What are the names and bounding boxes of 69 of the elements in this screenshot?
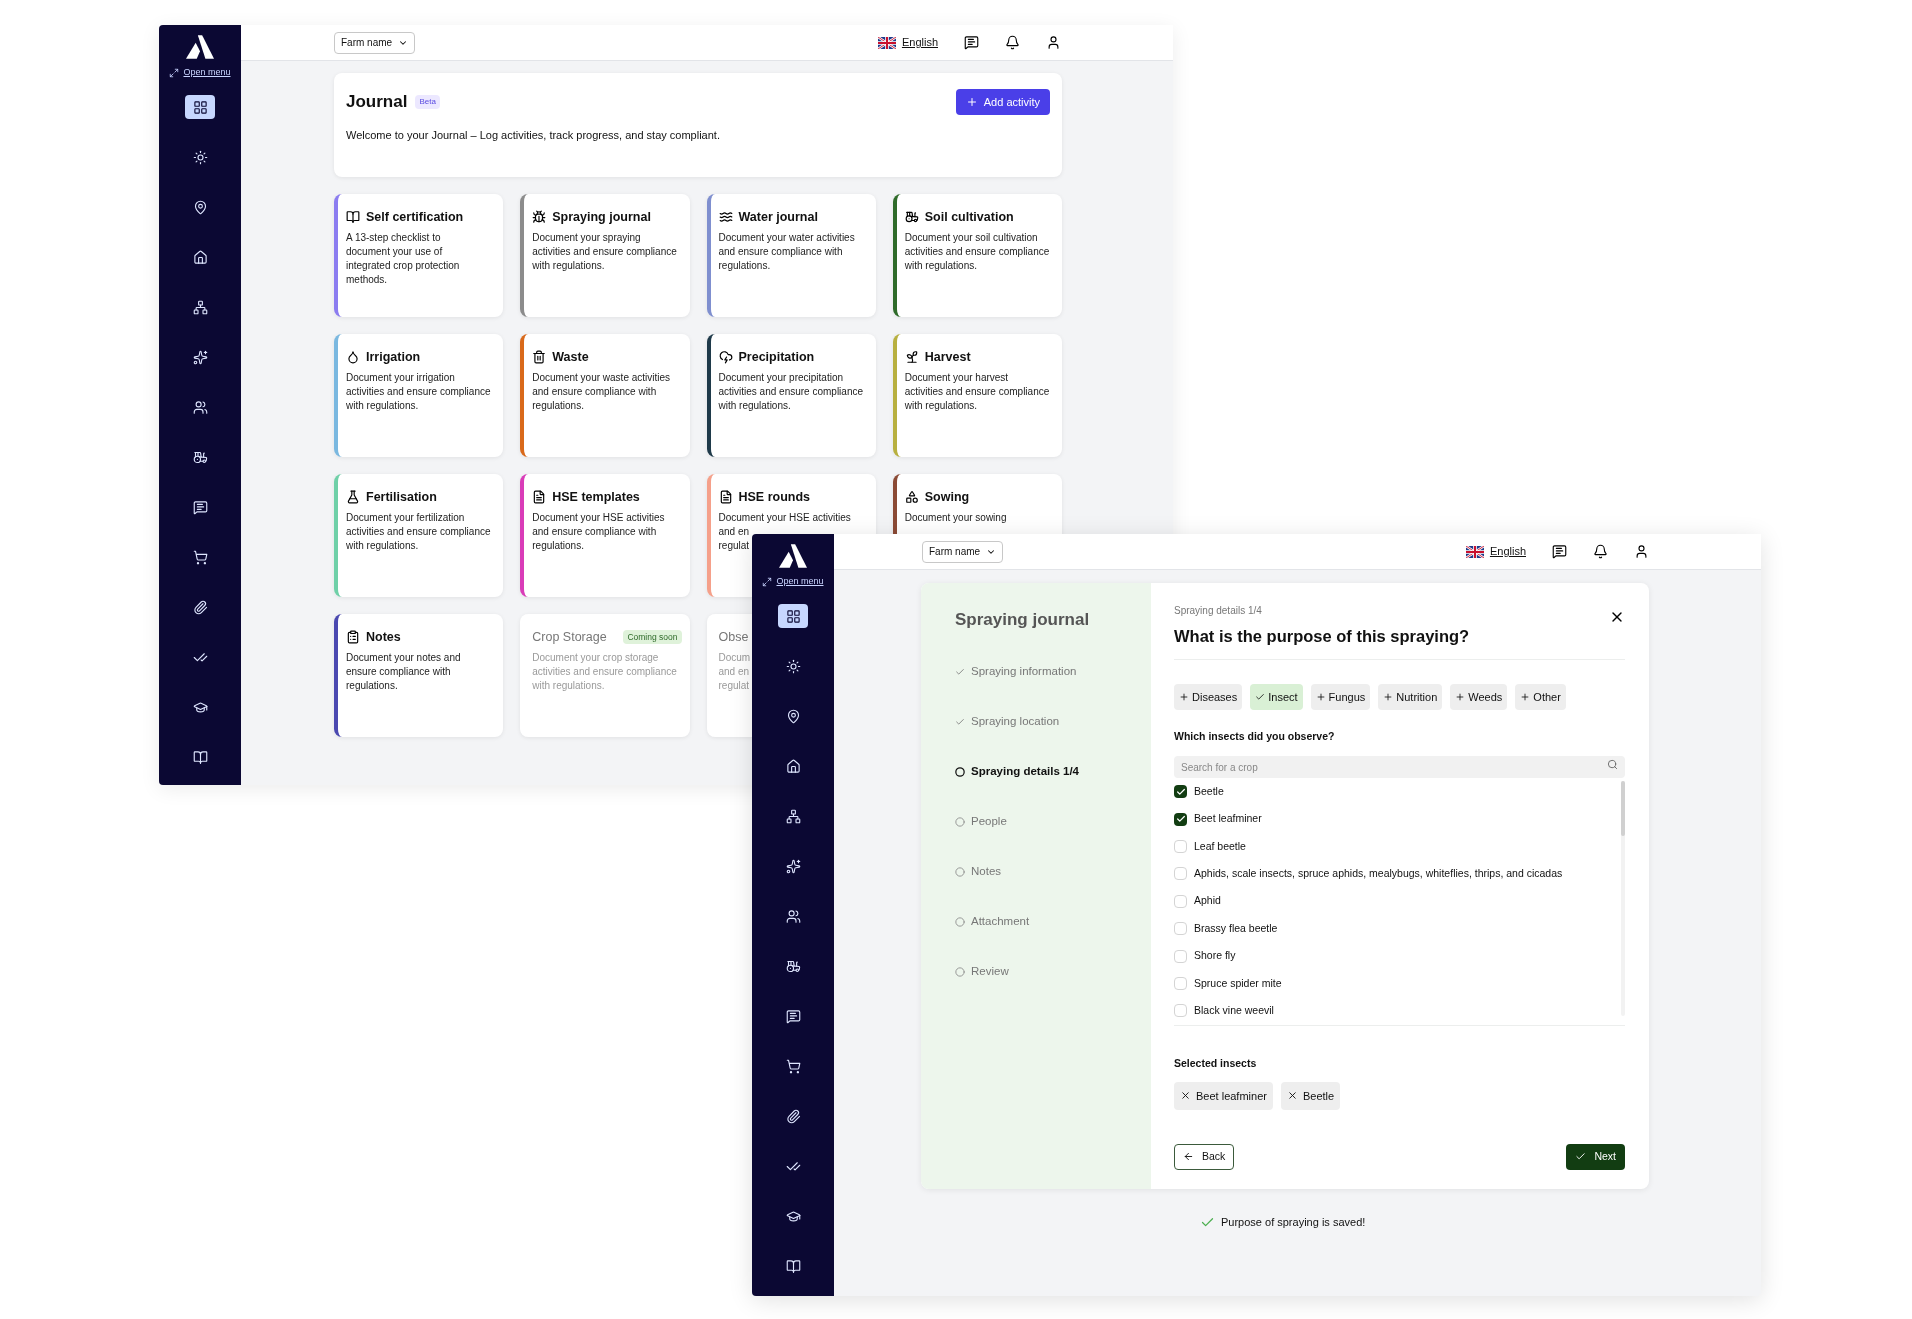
card-title: Fertilisation	[366, 488, 437, 506]
description-line: and en	[718, 665, 750, 679]
description-line: ensure compliance with	[346, 665, 451, 679]
page-description: Welcome to your Journal – Log activities, track progress, and stay compliant.	[346, 128, 721, 143]
description-line: regulations.	[532, 399, 584, 413]
section-label: Selected insects	[1174, 1056, 1258, 1071]
description-line: with regulations.	[904, 399, 977, 413]
card-title: HSE templates	[552, 488, 640, 506]
card-title: Self certification	[366, 208, 464, 226]
description-line: Docum	[718, 651, 751, 665]
description-line: Document your water activities	[718, 231, 855, 245]
wizard-title: Spraying journal	[955, 609, 1091, 631]
description-line: and ensure compliance with	[718, 245, 843, 259]
description-line: activities and ensure compliance	[346, 385, 491, 399]
description-line: regulations.	[532, 539, 584, 553]
question-heading: What is the purpose of this spraying?	[1174, 626, 1470, 647]
description-line: activities and ensure compliance	[904, 385, 1050, 399]
card-title: Water journal	[738, 208, 818, 226]
description-line: with regulations.	[718, 399, 791, 413]
step-caption: Spraying details 1/4	[1174, 604, 1263, 618]
card-title: Harvest	[924, 348, 971, 366]
description-line: and ensure compliance with	[532, 385, 657, 399]
description-line: and ensure compliance with	[532, 525, 657, 539]
description-line: activities and ensure compliance	[718, 385, 864, 399]
description-line: Document your sowing	[904, 511, 1007, 525]
description-line: with regulations.	[904, 259, 977, 273]
description-line: regulations.	[346, 679, 398, 693]
description-line: Document your irrigation	[346, 371, 455, 385]
description-line: with regulations.	[346, 399, 419, 413]
description-line: A 13-step checklist to	[346, 231, 441, 245]
description-line: Document your crop storage	[532, 651, 659, 665]
coming-soon-badge: Coming soon	[623, 629, 682, 645]
card-title: HSE rounds	[738, 488, 811, 506]
description-line: methods.	[346, 273, 388, 287]
description-line: document your use of	[346, 245, 443, 259]
card-title: Sowing	[924, 488, 970, 506]
card-title: Waste	[552, 348, 589, 366]
description-line: Document your spraying	[532, 231, 641, 245]
description-line: Document your HSE activities	[532, 511, 665, 525]
card-title: Obse	[718, 628, 749, 646]
card-title: Spraying journal	[552, 208, 651, 226]
card-title: Soil cultivation	[924, 208, 1014, 226]
description-line: activities and ensure compliance	[532, 665, 677, 679]
description-line: Document your notes and	[346, 651, 461, 665]
description-line: regulat	[718, 539, 750, 553]
beta-badge: Beta	[415, 95, 440, 109]
description-line: and en	[718, 525, 750, 539]
description-line: with regulations.	[346, 539, 419, 553]
description-line: Document your soil cultivation	[904, 231, 1038, 245]
description-line: Document your precipitation	[718, 371, 843, 385]
description-line: with regulations.	[532, 259, 605, 273]
description-line: Document your waste activities	[532, 371, 671, 385]
description-line: Document your harvest	[904, 371, 1009, 385]
card-title: Precipitation	[738, 348, 815, 366]
card-title: Irrigation	[366, 348, 421, 366]
description-line: with regulations.	[532, 679, 605, 693]
card-title: Notes	[366, 628, 401, 646]
description-line: activities and ensure compliance	[532, 245, 677, 259]
description-line: integrated crop protection	[346, 259, 460, 273]
description-line: regulations.	[718, 259, 771, 273]
description-line: Document your fertilization	[346, 511, 465, 525]
description-line: activities and ensure compliance	[904, 245, 1050, 259]
description-line: activities and ensure compliance	[346, 525, 491, 539]
section-label: Which insects did you observe?	[1174, 728, 1336, 744]
toast-message: Purpose of spraying is saved!	[1221, 1215, 1366, 1230]
page-title: Journal	[346, 91, 408, 114]
description-line: Document your HSE activities	[718, 511, 851, 525]
card-title: Crop Storage	[532, 628, 607, 646]
description-line: regulat	[718, 679, 750, 693]
